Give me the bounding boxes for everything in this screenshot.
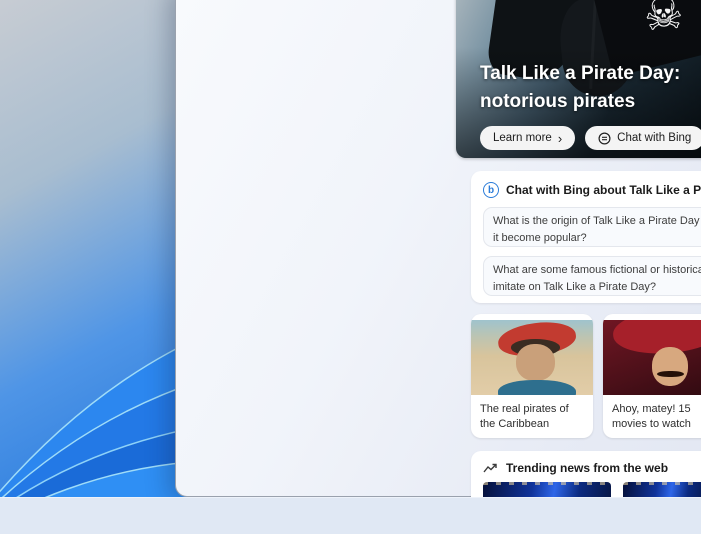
chat-card-header: b Chat with Bing about Talk Like a Pirat… [483,182,701,198]
chevron-right-icon: › [557,130,563,146]
hero-title-line1: Talk Like a Pirate Day: [480,63,681,84]
hero-card-talk-like-a-pirate[interactable]: ☠ Talk Like a Pirate Day: notorious pira… [456,0,701,158]
story-caption: Ahoy, matey! 15 movies to watch [612,402,691,430]
suggested-question-2[interactable]: What are some famous fictional or histor… [483,256,701,296]
story-card-pirate-movies[interactable]: Ahoy, matey! 15 movies to watch [603,314,701,438]
chat-with-bing-label: Chat with Bing [617,132,692,144]
collar-shape [497,379,576,395]
pirate-painting-image [471,319,593,395]
question-1-line2: it become popular? [493,231,587,244]
hero-title-line2: notorious pirates [480,91,636,112]
question-1-line1: What is the origin of Talk Like a Pirate… [493,215,701,227]
story-card-real-pirates[interactable]: The real pirates of the Caribbean [471,314,593,438]
chat-bubble-icon [598,131,611,145]
face-shape [651,346,689,386]
search-flyout-panel: ☠ Talk Like a Pirate Day: notorious pira… [175,0,701,521]
learn-more-button[interactable]: Learn more › [480,126,576,150]
face-shape [516,343,556,382]
bing-chat-icon: b [483,182,499,198]
story-card-row: The real pirates of the Caribbean Ahoy, … [471,314,701,438]
hero-title: Talk Like a Pirate Day: notorious pirate… [480,60,680,116]
chat-with-bing-button[interactable]: Chat with Bing [585,126,701,150]
learn-more-label: Learn more [493,132,552,144]
trending-header-text: Trending news from the web [506,461,669,475]
suggested-question-1[interactable]: What is the origin of Talk Like a Pirate… [483,207,701,247]
trending-header: Trending news from the web [483,461,701,475]
story-caption: The real pirates of the Caribbean [480,402,569,430]
question-2-line2: imitate on Talk Like a Pirate Day? [493,280,657,293]
captain-hook-image [603,319,701,395]
trending-up-icon [483,463,497,472]
chat-with-bing-card: b Chat with Bing about Talk Like a Pirat… [471,171,701,303]
taskbar: Search [0,497,701,534]
hero-buttons: Learn more › Chat with Bing [480,126,701,150]
chat-card-header-text: Chat with Bing about Talk Like a Pirate … [506,183,701,197]
question-2-line1: What are some famous fictional or histor… [493,264,701,276]
desktop: ☠ Talk Like a Pirate Day: notorious pira… [0,0,701,534]
mustache-shape [656,370,684,378]
